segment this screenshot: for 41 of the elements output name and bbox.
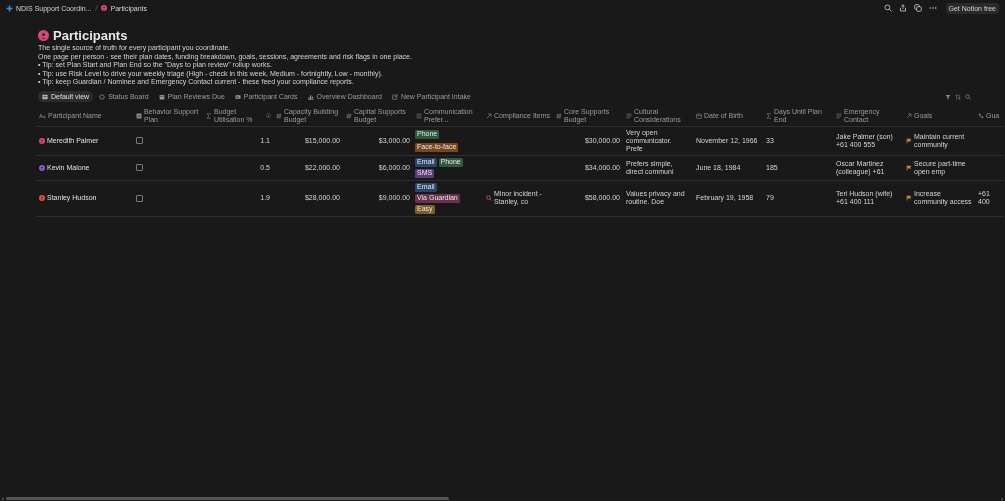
list-icon	[416, 112, 422, 119]
arrow-icon	[906, 112, 912, 119]
title-icon	[39, 112, 46, 119]
hash-icon	[556, 112, 562, 119]
flag-icon	[906, 137, 912, 144]
checkbox-icon	[136, 112, 142, 119]
hash-icon	[346, 112, 352, 119]
table-icon	[42, 93, 48, 100]
bar-chart-icon	[307, 93, 314, 100]
checkbox[interactable]	[136, 137, 143, 144]
scroll-right-icon[interactable]	[1001, 496, 1004, 501]
page-title: Participants	[53, 28, 128, 43]
sigma-icon	[766, 112, 772, 119]
flag-icon	[906, 195, 912, 201]
calendar-icon	[696, 112, 702, 119]
scrollbar-thumb[interactable]	[6, 497, 449, 500]
text-lines-icon	[626, 112, 632, 119]
page-icon	[38, 30, 49, 41]
card-icon	[234, 93, 241, 100]
flag-icon	[906, 164, 912, 171]
share-icon[interactable]	[898, 4, 907, 12]
sort-icon[interactable]	[955, 93, 961, 100]
sigma-icon	[206, 112, 212, 119]
checkbox[interactable]	[136, 194, 143, 202]
circle-icon	[99, 93, 106, 100]
plus-icon	[6, 4, 13, 12]
calendar-icon	[158, 93, 165, 100]
scroll-left-icon[interactable]	[1, 496, 4, 501]
search-icon[interactable]	[883, 4, 892, 12]
checkbox[interactable]	[136, 164, 143, 171]
filter-icon[interactable]	[945, 93, 951, 100]
person-icon	[101, 5, 108, 11]
edit-icon	[391, 93, 398, 100]
magnifier-icon	[486, 195, 492, 201]
duplicate-icon[interactable]	[913, 4, 922, 12]
info-icon	[266, 113, 271, 118]
hash-icon	[276, 112, 282, 119]
arrow-icon	[486, 112, 492, 119]
more-icon[interactable]	[928, 4, 937, 12]
phone-icon	[978, 112, 984, 119]
text-lines-icon	[836, 112, 842, 119]
